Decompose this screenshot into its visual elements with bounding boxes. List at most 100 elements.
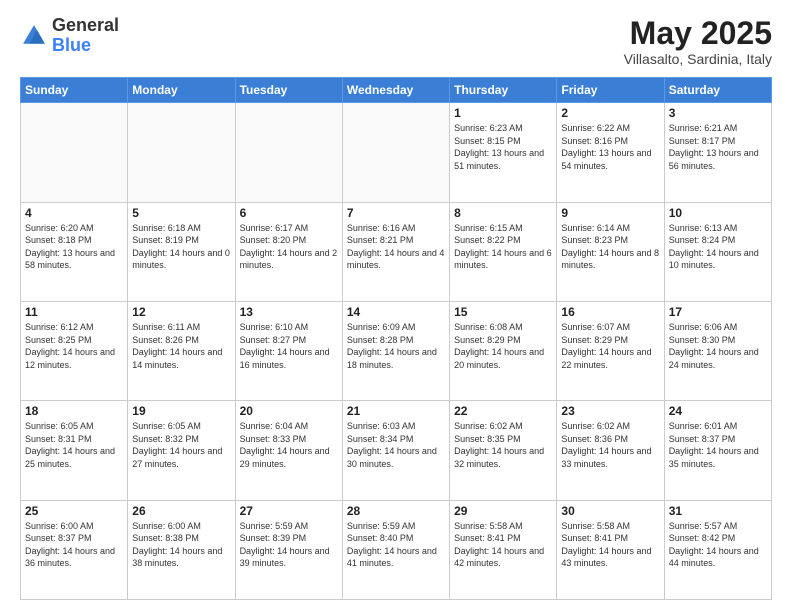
calendar-cell: 25 Sunrise: 6:00 AM Sunset: 8:37 PM Dayli… xyxy=(21,500,128,599)
day-info: Sunrise: 6:17 AM Sunset: 8:20 PM Dayligh… xyxy=(240,222,338,272)
day-info: Sunrise: 6:16 AM Sunset: 8:21 PM Dayligh… xyxy=(347,222,445,272)
day-info: Sunrise: 6:10 AM Sunset: 8:27 PM Dayligh… xyxy=(240,321,338,371)
calendar-cell: 28Sunrise: 5:59 AM Sunset: 8:40 PM Dayli… xyxy=(342,500,449,599)
calendar-cell: 1Sunrise: 6:23 AM Sunset: 8:15 PM Daylig… xyxy=(450,103,557,202)
day-number: 9 xyxy=(561,206,659,220)
calendar-cell: 26 Sunrise: 6:00 AM Sunset: 8:38 PM Dayli… xyxy=(128,500,235,599)
calendar-cell: 11Sunrise: 6:12 AM Sunset: 8:25 PM Dayli… xyxy=(21,301,128,400)
calendar-cell: 21 Sunrise: 6:03 AM Sunset: 8:34 PM Dayli… xyxy=(342,401,449,500)
day-info: Sunrise: 6:05 AM Sunset: 8:31 PM Dayligh… xyxy=(25,420,123,470)
day-number: 21 xyxy=(347,404,445,418)
calendar-week-row-4: 25 Sunrise: 6:00 AM Sunset: 8:37 PM Dayli… xyxy=(21,500,772,599)
calendar-cell: 23 Sunrise: 6:02 AM Sunset: 8:36 PM Dayli… xyxy=(557,401,664,500)
day-info: Sunrise: 6:07 AM Sunset: 8:29 PM Dayligh… xyxy=(561,321,659,371)
calendar-week-row-1: 4 Sunrise: 6:20 AM Sunset: 8:18 PM Daylig… xyxy=(21,202,772,301)
day-info: Sunrise: 6:18 AM Sunset: 8:19 PM Dayligh… xyxy=(132,222,230,272)
calendar-cell: 24 Sunrise: 6:01 AM Sunset: 8:37 PM Dayli… xyxy=(664,401,771,500)
col-friday: Friday xyxy=(557,78,664,103)
calendar-cell xyxy=(128,103,235,202)
calendar-cell: 31 Sunrise: 5:57 AM Sunset: 8:42 PM Dayli… xyxy=(664,500,771,599)
day-info: Sunrise: 6:00 AM Sunset: 8:37 PM Dayligh… xyxy=(25,520,123,570)
day-info: Sunrise: 6:01 AM Sunset: 8:37 PM Dayligh… xyxy=(669,420,767,470)
day-info: Sunrise: 5:58 AM Sunset: 8:41 PM Dayligh… xyxy=(454,520,552,570)
day-number: 8 xyxy=(454,206,552,220)
calendar-cell: 19Sunrise: 6:05 AM Sunset: 8:32 PM Dayli… xyxy=(128,401,235,500)
day-info: Sunrise: 6:02 AM Sunset: 8:35 PM Dayligh… xyxy=(454,420,552,470)
title-block: May 2025 Villasalto, Sardinia, Italy xyxy=(624,16,772,67)
calendar-cell: 4 Sunrise: 6:20 AM Sunset: 8:18 PM Daylig… xyxy=(21,202,128,301)
day-info: Sunrise: 6:20 AM Sunset: 8:18 PM Dayligh… xyxy=(25,222,123,272)
logo-text: General Blue xyxy=(52,16,119,56)
calendar-cell: 17 Sunrise: 6:06 AM Sunset: 8:30 PM Dayli… xyxy=(664,301,771,400)
day-info: Sunrise: 5:59 AM Sunset: 8:39 PM Dayligh… xyxy=(240,520,338,570)
calendar-cell: 22 Sunrise: 6:02 AM Sunset: 8:35 PM Dayli… xyxy=(450,401,557,500)
day-number: 26 xyxy=(132,504,230,518)
calendar-cell: 12Sunrise: 6:11 AM Sunset: 8:26 PM Dayli… xyxy=(128,301,235,400)
calendar-week-row-0: 1Sunrise: 6:23 AM Sunset: 8:15 PM Daylig… xyxy=(21,103,772,202)
day-number: 29 xyxy=(454,504,552,518)
day-number: 1 xyxy=(454,106,552,120)
calendar-cell: 9Sunrise: 6:14 AM Sunset: 8:23 PM Daylig… xyxy=(557,202,664,301)
calendar-cell: 14Sunrise: 6:09 AM Sunset: 8:28 PM Dayli… xyxy=(342,301,449,400)
day-number: 24 xyxy=(669,404,767,418)
day-info: Sunrise: 6:13 AM Sunset: 8:24 PM Dayligh… xyxy=(669,222,767,272)
day-number: 17 xyxy=(669,305,767,319)
day-number: 6 xyxy=(240,206,338,220)
logo-general: General xyxy=(52,15,119,35)
day-info: Sunrise: 6:03 AM Sunset: 8:34 PM Dayligh… xyxy=(347,420,445,470)
day-number: 18 xyxy=(25,404,123,418)
calendar-cell: 8Sunrise: 6:15 AM Sunset: 8:22 PM Daylig… xyxy=(450,202,557,301)
day-number: 31 xyxy=(669,504,767,518)
day-number: 2 xyxy=(561,106,659,120)
day-number: 28 xyxy=(347,504,445,518)
day-info: Sunrise: 5:57 AM Sunset: 8:42 PM Dayligh… xyxy=(669,520,767,570)
calendar-cell: 30Sunrise: 5:58 AM Sunset: 8:41 PM Dayli… xyxy=(557,500,664,599)
col-monday: Monday xyxy=(128,78,235,103)
logo-icon xyxy=(20,22,48,50)
day-info: Sunrise: 6:00 AM Sunset: 8:38 PM Dayligh… xyxy=(132,520,230,570)
day-info: Sunrise: 6:02 AM Sunset: 8:36 PM Dayligh… xyxy=(561,420,659,470)
calendar-cell: 7 Sunrise: 6:16 AM Sunset: 8:21 PM Daylig… xyxy=(342,202,449,301)
day-number: 10 xyxy=(669,206,767,220)
col-saturday: Saturday xyxy=(664,78,771,103)
calendar-cell: 10 Sunrise: 6:13 AM Sunset: 8:24 PM Dayli… xyxy=(664,202,771,301)
day-info: Sunrise: 6:05 AM Sunset: 8:32 PM Dayligh… xyxy=(132,420,230,470)
day-number: 4 xyxy=(25,206,123,220)
calendar-cell: 15 Sunrise: 6:08 AM Sunset: 8:29 PM Dayli… xyxy=(450,301,557,400)
col-wednesday: Wednesday xyxy=(342,78,449,103)
logo-blue: Blue xyxy=(52,35,91,55)
day-number: 11 xyxy=(25,305,123,319)
day-number: 22 xyxy=(454,404,552,418)
month-title: May 2025 xyxy=(624,16,772,51)
calendar-cell: 29 Sunrise: 5:58 AM Sunset: 8:41 PM Dayli… xyxy=(450,500,557,599)
logo: General Blue xyxy=(20,16,119,56)
calendar-cell: 2Sunrise: 6:22 AM Sunset: 8:16 PM Daylig… xyxy=(557,103,664,202)
day-number: 7 xyxy=(347,206,445,220)
calendar-week-row-2: 11Sunrise: 6:12 AM Sunset: 8:25 PM Dayli… xyxy=(21,301,772,400)
calendar-cell xyxy=(21,103,128,202)
day-info: Sunrise: 6:21 AM Sunset: 8:17 PM Dayligh… xyxy=(669,122,767,172)
day-number: 23 xyxy=(561,404,659,418)
calendar-cell xyxy=(342,103,449,202)
day-number: 15 xyxy=(454,305,552,319)
day-number: 25 xyxy=(25,504,123,518)
calendar-cell: 27Sunrise: 5:59 AM Sunset: 8:39 PM Dayli… xyxy=(235,500,342,599)
location-subtitle: Villasalto, Sardinia, Italy xyxy=(624,51,772,67)
calendar-header-row: Sunday Monday Tuesday Wednesday Thursday… xyxy=(21,78,772,103)
calendar-cell: 5 Sunrise: 6:18 AM Sunset: 8:19 PM Daylig… xyxy=(128,202,235,301)
calendar-cell: 16Sunrise: 6:07 AM Sunset: 8:29 PM Dayli… xyxy=(557,301,664,400)
day-number: 5 xyxy=(132,206,230,220)
calendar-cell xyxy=(235,103,342,202)
day-number: 20 xyxy=(240,404,338,418)
calendar-cell: 3Sunrise: 6:21 AM Sunset: 8:17 PM Daylig… xyxy=(664,103,771,202)
day-info: Sunrise: 6:06 AM Sunset: 8:30 PM Dayligh… xyxy=(669,321,767,371)
calendar-cell: 6 Sunrise: 6:17 AM Sunset: 8:20 PM Daylig… xyxy=(235,202,342,301)
page: General Blue May 2025 Villasalto, Sardin… xyxy=(0,0,792,612)
day-info: Sunrise: 6:08 AM Sunset: 8:29 PM Dayligh… xyxy=(454,321,552,371)
calendar-table: Sunday Monday Tuesday Wednesday Thursday… xyxy=(20,77,772,600)
calendar-week-row-3: 18 Sunrise: 6:05 AM Sunset: 8:31 PM Dayli… xyxy=(21,401,772,500)
header: General Blue May 2025 Villasalto, Sardin… xyxy=(20,16,772,67)
col-tuesday: Tuesday xyxy=(235,78,342,103)
day-info: Sunrise: 6:09 AM Sunset: 8:28 PM Dayligh… xyxy=(347,321,445,371)
day-info: Sunrise: 5:58 AM Sunset: 8:41 PM Dayligh… xyxy=(561,520,659,570)
